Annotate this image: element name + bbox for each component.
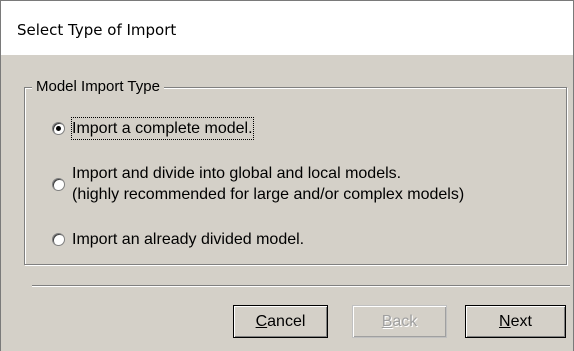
dialog-title-bar: Select Type of Import <box>0 0 574 55</box>
group-label: Model Import Type <box>32 78 164 95</box>
option-complete-model[interactable]: Import a complete model. <box>52 117 254 140</box>
option-divided-model[interactable]: Import an already divided model. <box>52 229 304 250</box>
option-divide-model[interactable]: Import and divide into global and local … <box>52 163 464 205</box>
cancel-button[interactable]: Cancel <box>233 305 328 338</box>
option-label: Import a complete model. <box>71 117 254 140</box>
back-accel: B <box>381 312 393 330</box>
option-label: Import and divide into global and local … <box>72 165 402 182</box>
option-label: Import an already divided model. <box>72 231 305 248</box>
next-label: ext <box>510 312 532 330</box>
next-accel: N <box>499 312 511 330</box>
option-sublabel: (highly recommended for large and/or com… <box>72 186 465 203</box>
radio-button-checked[interactable] <box>52 122 65 135</box>
back-button[interactable]: Back <box>352 305 447 338</box>
next-button[interactable]: Next <box>465 305 566 338</box>
radio-button[interactable] <box>52 233 65 246</box>
cancel-label: ancel <box>267 312 306 330</box>
separator-line <box>32 285 570 287</box>
back-label: ack <box>392 312 418 330</box>
dialog-title: Select Type of Import <box>17 21 177 39</box>
radio-button[interactable] <box>52 177 65 191</box>
option-label-group: Import and divide into global and local … <box>72 163 464 205</box>
cancel-accel: C <box>255 312 268 330</box>
